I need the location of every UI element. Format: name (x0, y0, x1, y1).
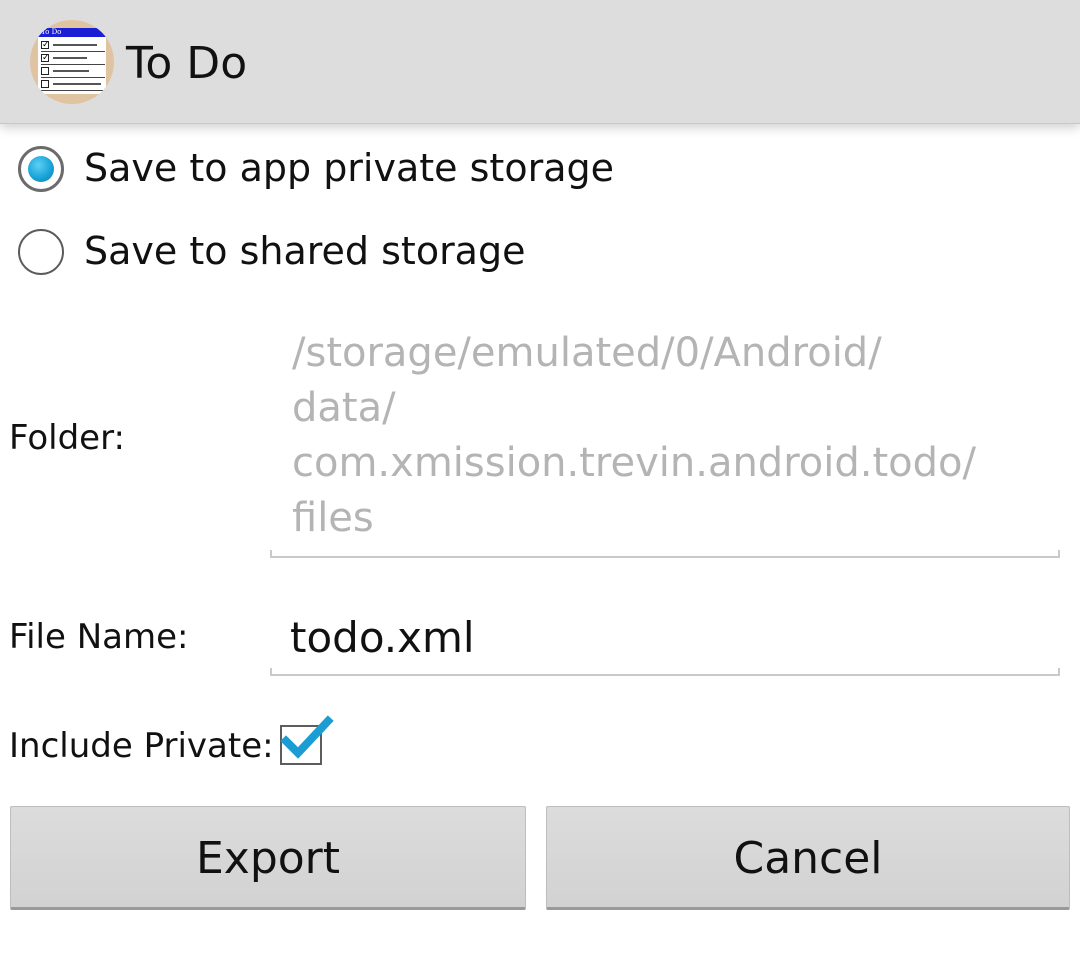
app-icon-row (41, 65, 105, 78)
radio-button-private-storage[interactable] (18, 146, 64, 192)
app-icon-paper: To Do ✓ ✓ (38, 28, 106, 94)
cancel-button[interactable]: Cancel (546, 806, 1070, 910)
todo-list-app-icon: To Do ✓ ✓ (30, 20, 114, 104)
app-icon-row: ✓ (41, 39, 105, 52)
file-name-label: File Name: (9, 617, 189, 657)
radio-label-shared-storage[interactable]: Save to shared storage (84, 227, 525, 275)
app-icon-row: ✓ (41, 52, 105, 65)
radio-option-shared-storage[interactable]: Save to shared storage (18, 229, 578, 279)
app-icon-checkbox (41, 67, 49, 75)
folder-path-line: com.xmission.trevin.android.todo/ (292, 440, 976, 486)
app-icon-text-line (53, 83, 101, 85)
app-icon-checkbox: ✓ (41, 40, 50, 50)
file-name-input[interactable] (290, 610, 1050, 666)
folder-label: Folder: (9, 418, 125, 458)
app-bar: To Do ✓ ✓ To Do (0, 0, 1080, 124)
checkmark-icon (280, 715, 334, 759)
folder-path-text: /storage/emulated/0/Android/ data/ com.x… (292, 326, 1052, 546)
include-private-checkbox[interactable] (280, 715, 334, 765)
include-private-label: Include Private: (9, 726, 274, 766)
app-icon-text-line (53, 44, 97, 46)
radio-button-shared-storage[interactable] (18, 229, 64, 275)
file-name-field[interactable] (270, 610, 1060, 676)
folder-path-line: files (292, 495, 374, 541)
app-icon-row (41, 78, 105, 91)
folder-path-line: /storage/emulated/0/Android/ (292, 330, 882, 376)
app-icon-text-line (53, 57, 87, 59)
folder-path-line: data/ (292, 385, 396, 431)
app-icon-checkbox: ✓ (41, 53, 50, 63)
app-icon-paper-header: To Do (38, 28, 106, 37)
app-title: To Do (126, 38, 248, 89)
folder-field: /storage/emulated/0/Android/ data/ com.x… (270, 326, 1060, 558)
app-icon-text-line (53, 70, 89, 72)
radio-option-private-storage[interactable]: Save to app private storage (18, 146, 658, 196)
export-button[interactable]: Export (10, 806, 526, 910)
radio-label-private-storage[interactable]: Save to app private storage (84, 144, 614, 192)
app-icon-checkbox (41, 80, 49, 88)
